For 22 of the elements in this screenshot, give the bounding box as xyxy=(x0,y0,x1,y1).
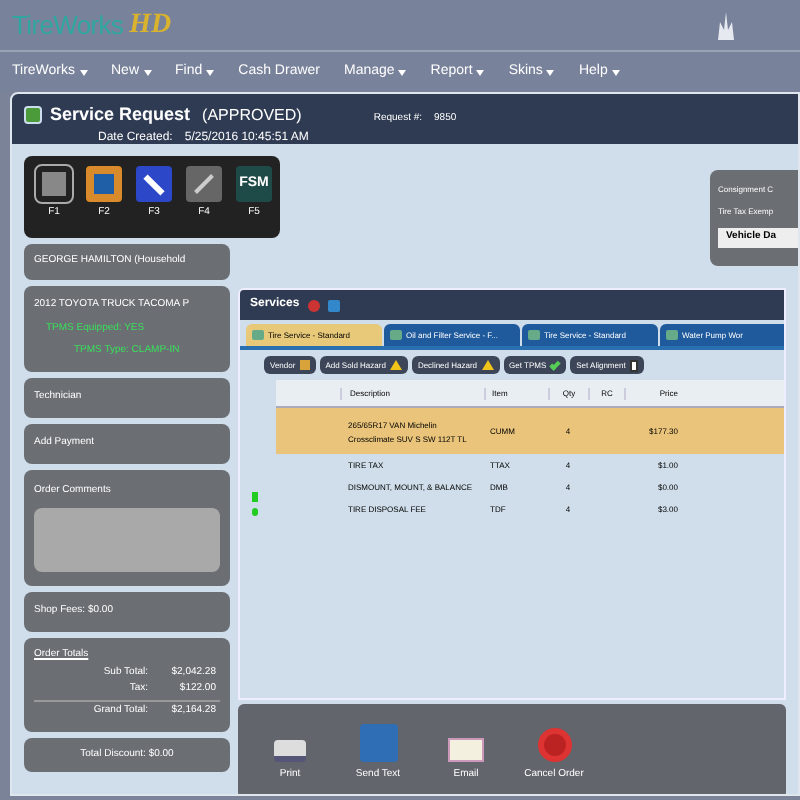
printer-icon xyxy=(274,740,306,762)
warning-icon xyxy=(389,360,402,370)
caret-icon xyxy=(398,69,407,75)
caret-icon xyxy=(546,69,555,75)
box-icon xyxy=(299,360,310,370)
caret-icon xyxy=(206,69,215,75)
caret-icon xyxy=(476,69,485,75)
box-icon xyxy=(86,166,122,202)
caret-icon xyxy=(611,69,620,75)
warning-icon xyxy=(481,360,494,370)
alert-icon[interactable] xyxy=(307,299,320,311)
flame-icon xyxy=(716,11,736,39)
comments-field[interactable] xyxy=(34,507,220,571)
status-text: (APPROVED) xyxy=(202,104,302,128)
app-logo-suffix: HD xyxy=(129,8,172,44)
caret-icon xyxy=(143,69,152,75)
caret-icon xyxy=(79,69,87,75)
envelope-icon xyxy=(448,738,484,762)
page-title: Service Request xyxy=(50,102,191,128)
app-logo: TireWorks xyxy=(12,7,124,44)
grid-icon xyxy=(629,359,638,371)
cancel-icon xyxy=(537,728,571,762)
